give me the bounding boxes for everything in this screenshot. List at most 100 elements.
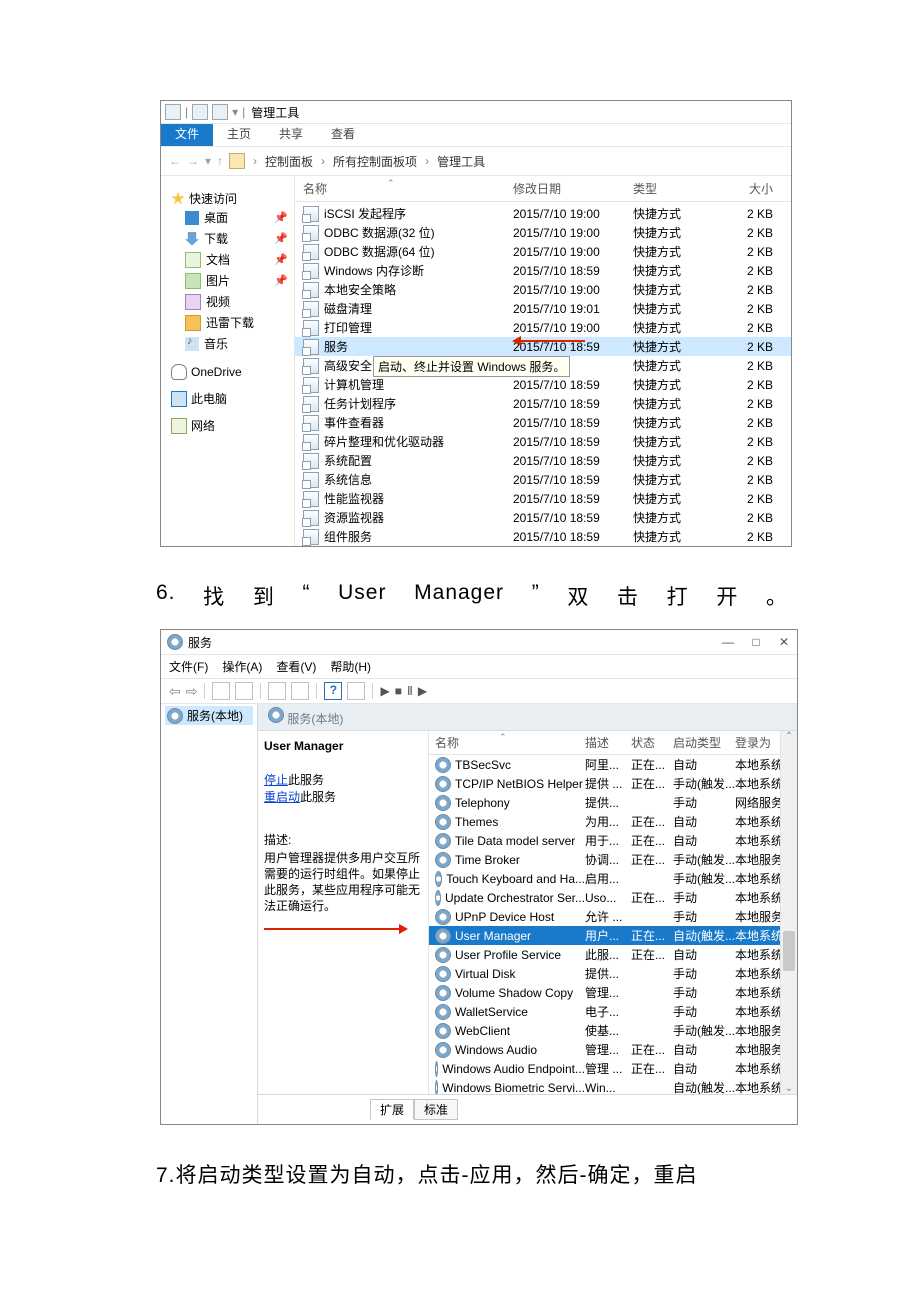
ribbon-tab-home[interactable]: 主页 (213, 124, 265, 146)
play-icon[interactable]: ▶ (380, 684, 389, 698)
scrollbar[interactable]: ⌃ ⌄ (780, 731, 797, 1094)
nav-up-icon[interactable]: ↑ (217, 154, 223, 168)
toolbar-icon[interactable] (212, 682, 230, 700)
menu-item[interactable]: 帮助(H) (330, 658, 371, 675)
file-name: 任务计划程序 (324, 395, 396, 412)
col-type[interactable]: 类型 (633, 180, 713, 197)
breadcrumb-item[interactable]: 控制面板 (265, 153, 313, 170)
service-row[interactable]: WalletService电子...手动本地系统 (429, 1002, 797, 1021)
service-row[interactable]: Windows Biometric Servi...Win...自动(触发...… (429, 1078, 797, 1094)
file-row[interactable]: 高级安全 Win启动、终止并设置 Windows 服务。/10 19:00快捷方… (295, 356, 791, 375)
col-size[interactable]: 大小 (713, 180, 791, 197)
file-row[interactable]: iSCSI 发起程序2015/7/10 19:00快捷方式2 KB (295, 204, 791, 223)
ribbon-tab-share[interactable]: 共享 (265, 124, 317, 146)
service-row[interactable]: Windows Audio管理...正在...自动本地服务 (429, 1040, 797, 1059)
file-row[interactable]: 性能监视器2015/7/10 18:59快捷方式2 KB (295, 489, 791, 508)
toolbar-icon[interactable] (347, 682, 365, 700)
col-name[interactable]: 名称⌃ (429, 734, 585, 751)
sidebar-item[interactable]: 迅雷下载 (167, 312, 288, 333)
ribbon-tab-view[interactable]: 查看 (317, 124, 369, 146)
service-row[interactable]: WebClient使基...手动(触发...本地服务 (429, 1021, 797, 1040)
file-row[interactable]: 任务计划程序2015/7/10 18:59快捷方式2 KB (295, 394, 791, 413)
scroll-up-icon[interactable]: ⌃ (785, 731, 793, 742)
toolbar-icon[interactable] (235, 682, 253, 700)
service-row[interactable]: Update Orchestrator Ser...Uso...正在...手动本… (429, 888, 797, 907)
col-name[interactable]: 名称⌃ (295, 180, 513, 197)
file-row[interactable]: 本地安全策略2015/7/10 19:00快捷方式2 KB (295, 280, 791, 299)
file-row[interactable]: Windows 内存诊断2015/7/10 18:59快捷方式2 KB (295, 261, 791, 280)
file-row[interactable]: ODBC 数据源(32 位)2015/7/10 19:00快捷方式2 KB (295, 223, 791, 242)
toolbar-icon[interactable] (291, 682, 309, 700)
breadcrumb-item[interactable]: 所有控制面板项 (333, 153, 417, 170)
file-row[interactable]: 资源监视器2015/7/10 18:59快捷方式2 KB (295, 508, 791, 527)
sidebar-item[interactable]: 桌面📌 (167, 207, 288, 228)
nav-back-icon[interactable]: ⇦ (169, 683, 181, 700)
nav-back-icon[interactable]: ← (169, 154, 181, 168)
breadcrumb-item[interactable]: 管理工具 (437, 153, 485, 170)
file-row[interactable]: 打印管理2015/7/10 19:00快捷方式2 KB (295, 318, 791, 337)
qat-icon[interactable] (192, 104, 208, 120)
menu-item[interactable]: 查看(V) (276, 658, 316, 675)
nav-forward-icon[interactable]: → (187, 154, 199, 168)
service-row[interactable]: Time Broker协调...正在...手动(触发...本地服务 (429, 850, 797, 869)
sidebar-item[interactable]: 文档📌 (167, 249, 288, 270)
sidebar-item[interactable]: 视频 (167, 291, 288, 312)
qat-icon[interactable] (165, 104, 181, 120)
scroll-thumb[interactable] (783, 931, 795, 971)
service-row[interactable]: UPnP Device Host允许 ...手动本地服务 (429, 907, 797, 926)
qat-dropdown-icon[interactable]: ▾ (232, 105, 238, 119)
tree-item-services-local[interactable]: 服务(本地) (165, 706, 253, 725)
file-row[interactable]: 服务2015/7/10 18:59快捷方式2 KB (295, 337, 791, 356)
file-row[interactable]: ODBC 数据源(64 位)2015/7/10 19:00快捷方式2 KB (295, 242, 791, 261)
col-startup[interactable]: 启动类型 (673, 734, 735, 751)
file-row[interactable]: 系统信息2015/7/10 18:59快捷方式2 KB (295, 470, 791, 489)
sidebar-onedrive[interactable]: OneDrive (171, 364, 288, 380)
file-row[interactable]: 组件服务2015/7/10 18:59快捷方式2 KB (295, 527, 791, 546)
file-row[interactable]: 碎片整理和优化驱动器2015/7/10 18:59快捷方式2 KB (295, 432, 791, 451)
scroll-down-icon[interactable]: ⌄ (785, 1083, 793, 1094)
ribbon-tab-file[interactable]: 文件 (161, 124, 213, 146)
service-row[interactable]: Touch Keyboard and Ha...启用...手动(触发...本地系… (429, 869, 797, 888)
service-row[interactable]: User Manager用户...正在...自动(触发...本地系统 (429, 926, 797, 945)
minimize-button[interactable]: — (721, 635, 735, 649)
col-desc[interactable]: 描述 (585, 734, 631, 751)
sidebar-item[interactable]: 音乐 (167, 333, 288, 354)
stop-icon[interactable]: ■ (395, 684, 402, 698)
service-row[interactable]: Virtual Disk提供...手动本地系统 (429, 964, 797, 983)
service-row[interactable]: Telephony提供...手动网络服务 (429, 793, 797, 812)
col-status[interactable]: 状态 (631, 734, 673, 751)
sidebar-item[interactable]: 图片📌 (167, 270, 288, 291)
service-row[interactable]: Tile Data model server用于...正在...自动本地系统 (429, 831, 797, 850)
restart-icon[interactable]: ▶ (418, 684, 427, 698)
nav-forward-icon[interactable]: ⇨ (186, 683, 198, 700)
maximize-button[interactable]: □ (749, 635, 763, 649)
sidebar-quick-access[interactable]: 快速访问 (171, 190, 288, 207)
service-row[interactable]: Volume Shadow Copy管理...手动本地系统 (429, 983, 797, 1002)
nav-recent-icon[interactable]: ▾ (205, 154, 211, 168)
help-icon[interactable]: ? (324, 682, 342, 700)
restart-service-link[interactable]: 重启动 (264, 790, 300, 804)
menu-item[interactable]: 文件(F) (169, 658, 208, 675)
qat-icon[interactable] (212, 104, 228, 120)
tab-extended[interactable]: 扩展 (370, 1099, 414, 1120)
file-name: 服务 (324, 338, 348, 355)
sidebar-this-pc[interactable]: 此电脑 (171, 390, 288, 407)
col-date[interactable]: 修改日期 (513, 180, 633, 197)
service-row[interactable]: TBSecSvc阿里...正在...自动本地系统 (429, 755, 797, 774)
file-row[interactable]: 磁盘清理2015/7/10 19:01快捷方式2 KB (295, 299, 791, 318)
service-row[interactable]: TCP/IP NetBIOS Helper提供 ...正在...手动(触发...… (429, 774, 797, 793)
sidebar-network[interactable]: 网络 (171, 417, 288, 434)
sidebar-item[interactable]: 下载📌 (167, 228, 288, 249)
file-row[interactable]: 计算机管理2015/7/10 18:59快捷方式2 KB (295, 375, 791, 394)
file-row[interactable]: 系统配置2015/7/10 18:59快捷方式2 KB (295, 451, 791, 470)
stop-service-link[interactable]: 停止 (264, 773, 288, 787)
service-row[interactable]: User Profile Service此服...正在...自动本地系统 (429, 945, 797, 964)
file-row[interactable]: 事件查看器2015/7/10 18:59快捷方式2 KB (295, 413, 791, 432)
service-row[interactable]: Themes为用...正在...自动本地系统 (429, 812, 797, 831)
tab-standard[interactable]: 标准 (414, 1099, 458, 1120)
close-button[interactable]: ✕ (777, 635, 791, 649)
toolbar-icon[interactable] (268, 682, 286, 700)
menu-item[interactable]: 操作(A) (222, 658, 262, 675)
pause-icon[interactable]: Ⅱ (407, 684, 413, 698)
service-row[interactable]: Windows Audio Endpoint...管理 ...正在...自动本地… (429, 1059, 797, 1078)
